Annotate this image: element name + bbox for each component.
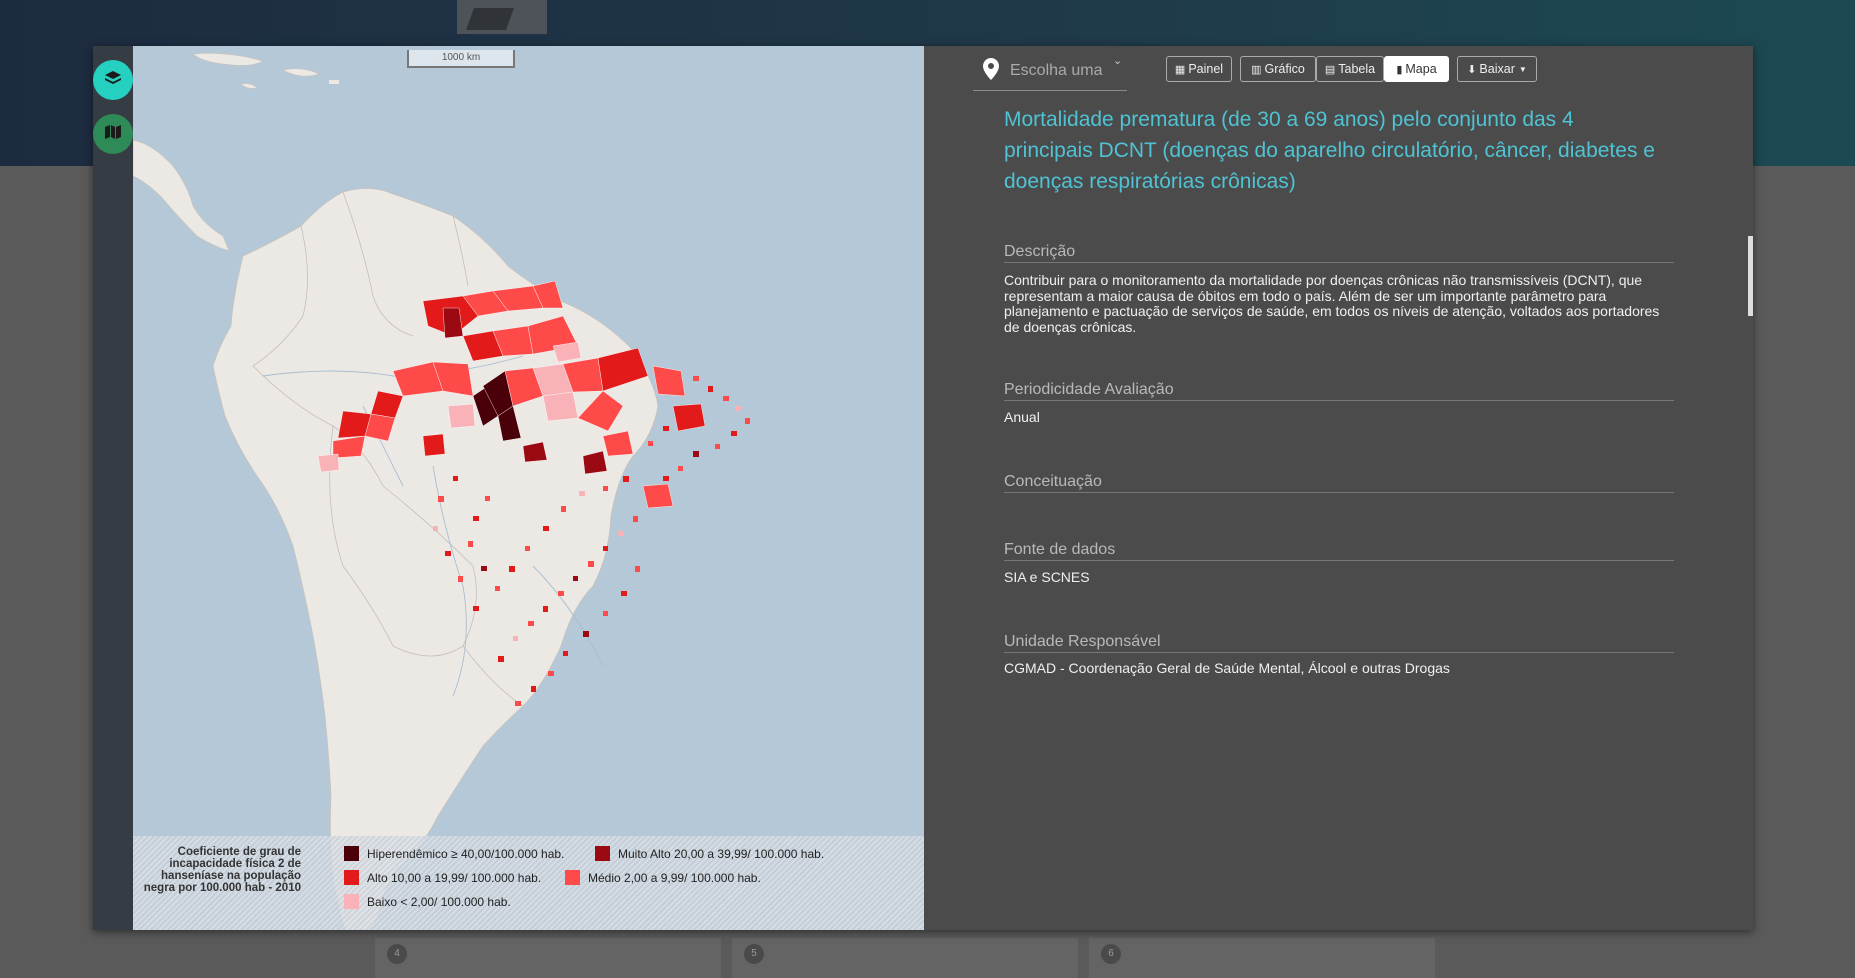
legend-item-muito-alto: Muito Alto 20,00 a 39,99/ 100.000 hab. (595, 846, 824, 861)
section-heading-periodicidade: Periodicidade Avaliação (1004, 381, 1674, 401)
legend-label: Alto 10,00 a 19,99/ 100.000 hab. (367, 870, 542, 885)
card-number: 4 (387, 944, 407, 964)
location-select-placeholder: Escolha uma (1010, 62, 1103, 79)
legend-swatch (565, 870, 580, 885)
map-icon (105, 124, 121, 144)
legend-item-medio: Médio 2,00 a 9,99/ 100.000 hab. (565, 870, 761, 885)
section-text-unidade: CGMAD - Coordenação Geral de Saúde Menta… (1004, 660, 1450, 676)
section-text-descricao: Contribuir para o monitoramento da morta… (1004, 272, 1660, 335)
baixar-label: Baixar (1479, 62, 1515, 76)
choropleth-map[interactable]: 1000 km Coeficiente de grau de incapacid… (133, 46, 924, 930)
legend-swatch (344, 846, 359, 861)
section-text-fonte: SIA e SCNES (1004, 569, 1090, 585)
chevron-down-icon: ⌄ (1113, 55, 1123, 67)
location-select[interactable]: Escolha uma ⌄ (973, 55, 1127, 91)
mapa-label: Mapa (1405, 62, 1437, 76)
legend-title: Coeficiente de grau de incapacidade físi… (143, 846, 301, 894)
land-hispaniola (281, 68, 320, 77)
painel-button[interactable]: ▦ Painel (1166, 56, 1232, 82)
section-heading-fonte: Fonte de dados (1004, 541, 1674, 561)
bar-chart-icon: ▥ (1251, 63, 1262, 76)
page-scrollbar[interactable] (1748, 236, 1753, 316)
card-number: 6 (1101, 944, 1121, 964)
legend-swatch (344, 894, 359, 909)
painel-label: Painel (1188, 62, 1224, 76)
map-canvas[interactable] (133, 46, 924, 930)
tabela-label: Tabela (1338, 62, 1376, 76)
indicator-title: Mortalidade prematura (de 30 a 69 anos) … (1004, 108, 1655, 193)
legend-swatch (344, 870, 359, 885)
map-scale-bar: 1000 km (407, 50, 515, 68)
card-number: 5 (744, 944, 764, 964)
land-puerto-rico (329, 80, 339, 84)
legend-swatch (595, 846, 610, 861)
section-text-periodicidade: Anual (1004, 409, 1040, 425)
page-header-tab-shape (465, 8, 515, 30)
legend-label: Médio 2,00 a 9,99/ 100.000 hab. (588, 870, 761, 885)
legend-item-baixo: Baixo < 2,00/ 100.000 hab. (344, 894, 511, 909)
section-heading-conceituacao: Conceituação (1004, 473, 1674, 493)
land-jamaica (240, 83, 258, 89)
legend-label: Hiperendêmico ≥ 40,00/100.000 hab. (367, 846, 565, 861)
grafico-button[interactable]: ▥ Gráfico (1240, 56, 1316, 82)
grafico-label: Gráfico (1264, 62, 1305, 76)
download-icon: ⬇ (1467, 63, 1477, 76)
basemap-button[interactable] (93, 114, 133, 154)
caret-down-icon: ▼ (1518, 64, 1527, 74)
map-marker-icon (983, 58, 999, 85)
mapa-button[interactable]: ▮ Mapa (1384, 56, 1449, 82)
map-legend: Coeficiente de grau de incapacidade físi… (133, 836, 924, 930)
indicator-modal: 1000 km Coeficiente de grau de incapacid… (93, 46, 1753, 930)
background-card[interactable]: 5 (732, 938, 1078, 978)
baixar-button[interactable]: ⬇ Baixar ▼ (1457, 56, 1537, 82)
map-sidebar (93, 46, 133, 930)
tabela-button[interactable]: ▤ Tabela (1316, 56, 1384, 82)
legend-label: Muito Alto 20,00 a 39,99/ 100.000 hab. (618, 846, 825, 861)
land-cuba (192, 52, 264, 66)
legend-item-hiperendemico: Hiperendêmico ≥ 40,00/100.000 hab. (344, 846, 564, 861)
section-heading-unidade: Unidade Responsável (1004, 633, 1674, 653)
layers-icon (104, 69, 122, 92)
legend-label: Baixo < 2,00/ 100.000 hab. (367, 894, 511, 909)
table-icon: ▤ (1324, 63, 1336, 76)
legend-item-alto: Alto 10,00 a 19,99/ 100.000 hab. (344, 870, 541, 885)
background-card[interactable]: 6 (1089, 938, 1435, 978)
background-card[interactable]: 4 (375, 938, 721, 978)
section-heading-descricao: Descrição (1004, 243, 1674, 263)
grid-icon: ▦ (1174, 63, 1186, 76)
land-central-america (133, 139, 230, 252)
layers-button[interactable] (93, 60, 133, 100)
map-icon: ▮ (1396, 63, 1403, 76)
